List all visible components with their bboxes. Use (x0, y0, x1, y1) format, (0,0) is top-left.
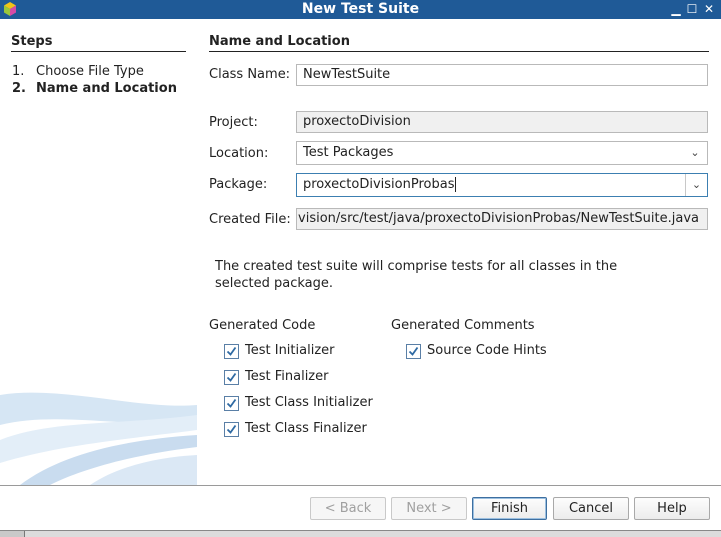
minimize-icon[interactable]: ▁ (668, 1, 684, 17)
package-combobox[interactable]: proxectoDivisionProbas ⌄ (296, 173, 708, 197)
checkbox-box[interactable] (224, 344, 239, 359)
section-divider (209, 51, 709, 52)
checkbox-label: Source Code Hints (427, 343, 547, 358)
created-file-value: ivision/src/test/java/proxectoDivisionPr… (296, 211, 699, 226)
steps-panel: Steps 1. Choose File Type 2. Name and Loca… (0, 19, 197, 485)
location-combobox[interactable]: Test Packages ⌄ (296, 141, 708, 165)
generated-code-heading: Generated Code (209, 318, 316, 333)
project-field: proxectoDivision (296, 111, 708, 133)
step-item-choose-file-type: 1. Choose File Type (12, 64, 144, 79)
step-item-name-and-location: 2. Name and Location (12, 81, 177, 96)
finish-button[interactable]: Finish (472, 497, 547, 520)
step-number: 2. (12, 81, 26, 96)
checkmark-icon (226, 346, 237, 356)
window-titlebar: New Test Suite ▁ ☐ ✕ (0, 0, 721, 19)
test-class-finalizer-checkbox[interactable]: Test Class Finalizer (224, 421, 384, 438)
location-value: Test Packages (303, 145, 394, 160)
checkbox-label: Test Initializer (245, 343, 335, 358)
text-cursor (455, 177, 457, 192)
created-file-label: Created File: (209, 212, 291, 227)
next-button[interactable]: Next > (391, 497, 467, 520)
step-label: Name and Location (36, 81, 177, 96)
checkbox-box[interactable] (224, 370, 239, 385)
resize-strip (24, 531, 721, 537)
checkbox-label: Test Class Finalizer (245, 421, 367, 436)
class-name-label: Class Name: (209, 67, 291, 82)
checkmark-icon (226, 398, 237, 408)
project-value: proxectoDivision (303, 114, 411, 129)
checkmark-icon (408, 346, 419, 356)
step-number: 1. (12, 64, 25, 79)
section-heading: Name and Location (209, 34, 350, 49)
chevron-down-icon[interactable]: ⌄ (685, 174, 707, 196)
checkbox-label: Test Finalizer (245, 369, 329, 384)
package-value: proxectoDivisionProbas (303, 177, 455, 192)
package-label: Package: (209, 177, 268, 192)
checkbox-label: Test Class Initializer (245, 395, 373, 410)
created-file-field: ivision/src/test/java/proxectoDivisionPr… (296, 208, 708, 230)
window-title: New Test Suite (301, 1, 420, 17)
checkmark-icon (226, 372, 237, 382)
checkmark-icon (226, 424, 237, 434)
back-button[interactable]: < Back (310, 497, 386, 520)
checkbox-box[interactable] (224, 396, 239, 411)
class-name-field[interactable]: NewTestSuite (296, 64, 708, 86)
steps-divider (11, 51, 186, 52)
decorative-swoosh-graphic (0, 392, 197, 485)
chevron-down-icon[interactable]: ⌄ (687, 144, 703, 162)
help-button[interactable]: Help (634, 497, 710, 520)
step-label: Choose File Type (36, 64, 144, 79)
maximize-icon[interactable]: ☐ (684, 1, 700, 17)
steps-heading: Steps (11, 34, 53, 49)
test-finalizer-checkbox[interactable]: Test Finalizer (224, 369, 384, 386)
test-initializer-checkbox[interactable]: Test Initializer (224, 343, 384, 360)
main-panel: Name and Location Class Name: NewTestSui… (197, 19, 721, 485)
class-name-value: NewTestSuite (303, 67, 391, 82)
description-text: The created test suite will comprise tes… (215, 259, 618, 291)
generated-comments-heading: Generated Comments (391, 318, 535, 333)
close-icon[interactable]: ✕ (701, 1, 717, 17)
checkbox-box[interactable] (406, 344, 421, 359)
project-label: Project: (209, 115, 258, 130)
location-label: Location: (209, 146, 269, 161)
cancel-button[interactable]: Cancel (553, 497, 629, 520)
checkbox-box[interactable] (224, 422, 239, 437)
test-class-initializer-checkbox[interactable]: Test Class Initializer (224, 395, 384, 412)
source-code-hints-checkbox[interactable]: Source Code Hints (406, 343, 566, 360)
button-bar: < Back Next > Finish Cancel Help (0, 486, 721, 530)
